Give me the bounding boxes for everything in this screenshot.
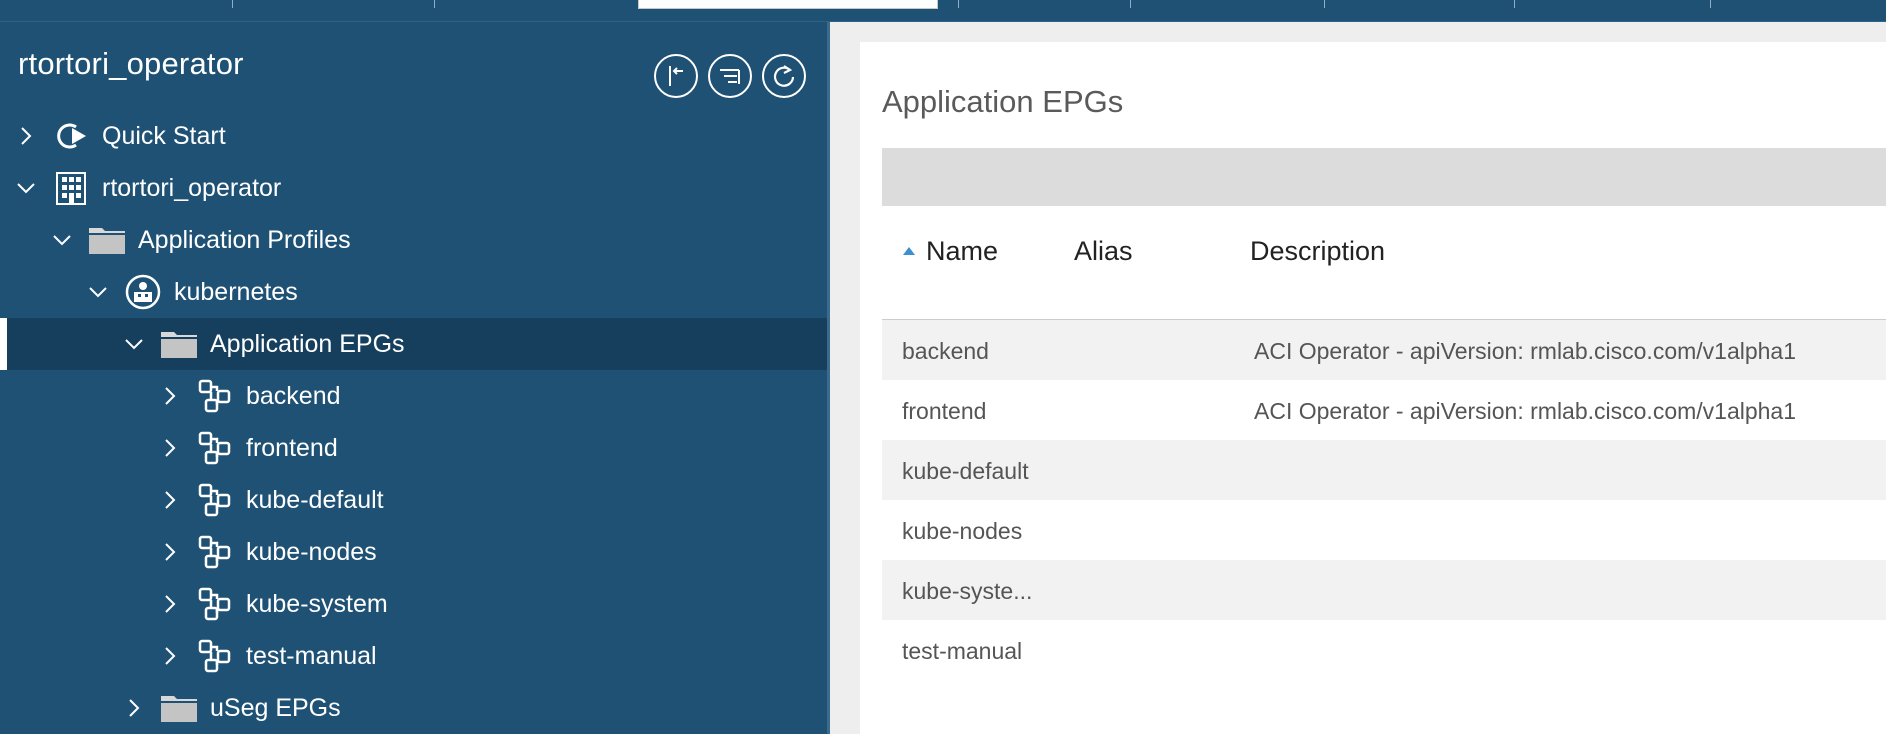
tree-item-label: Application Profiles (138, 225, 351, 254)
cell-description: ACI Operator - apiVersion: rmlab.cisco.c… (1254, 398, 1797, 424)
cell-name: test-manual (902, 638, 1023, 664)
chevron-right-icon[interactable] (158, 488, 182, 512)
chevron-right-icon[interactable] (122, 696, 146, 720)
tree-item-label: frontend (246, 433, 338, 462)
tree-item-label: Application EPGs (210, 329, 405, 358)
tree-item-label: rtortori_operator (102, 173, 282, 202)
breadcrumb-separator (232, 0, 233, 8)
chevron-right-icon[interactable] (158, 436, 182, 460)
tree-item-label: kube-default (246, 485, 384, 514)
tree-item-application-profiles[interactable]: Application Profiles (0, 214, 827, 266)
epg-icon (196, 378, 234, 414)
tree-item-label: kubernetes (174, 277, 298, 306)
cell-name: kube-syste... (902, 578, 1033, 604)
content-panel: Application EPGs Name Alias Description … (860, 42, 1886, 734)
chevron-down-icon[interactable] (14, 176, 38, 200)
folder-icon (88, 222, 126, 258)
flag-back-icon (669, 66, 683, 86)
list-filter-icon (720, 69, 740, 84)
tree-item-useg-epgs[interactable]: uSeg EPGs (0, 682, 827, 734)
chevron-down-icon[interactable] (122, 332, 146, 356)
tree-item-epg[interactable]: kube-system (0, 578, 827, 630)
sort-ascending-icon[interactable] (902, 246, 916, 256)
cell-description: ACI Operator - apiVersion: rmlab.cisco.c… (1254, 338, 1797, 364)
epg-icon (196, 430, 234, 466)
chevron-right-icon[interactable] (158, 540, 182, 564)
top-search-input[interactable] (638, 0, 938, 9)
chevron-down-icon[interactable] (86, 280, 110, 304)
tree-item-epg[interactable]: backend (0, 370, 827, 422)
tree-item-label: test-manual (246, 641, 377, 670)
chevron-right-icon[interactable] (158, 592, 182, 616)
page-title: Application EPGs (882, 84, 1124, 119)
tree-item-epg[interactable]: frontend (0, 422, 827, 474)
epg-icon (196, 638, 234, 674)
table-row[interactable]: backend ACI Operator - apiVersion: rmlab… (882, 320, 1886, 380)
folder-icon (160, 690, 198, 726)
breadcrumb-separator (1324, 0, 1325, 8)
breadcrumb-separator (1710, 0, 1711, 8)
building-icon (52, 170, 90, 206)
application-profile-icon (124, 274, 162, 310)
tree-item-application-epgs[interactable]: Application EPGs (0, 318, 827, 370)
cell-name: frontend (902, 398, 987, 424)
quick-start-icon (52, 118, 90, 154)
top-navigation-bar (0, 0, 1886, 22)
list-filter-button[interactable] (708, 54, 752, 98)
epg-icon (196, 482, 234, 518)
tree-item-epg[interactable]: kube-nodes (0, 526, 827, 578)
column-header-description[interactable]: Description (1250, 236, 1385, 267)
navigation-sidebar: rtortori_operator Quick Start rtortori_o… (0, 22, 827, 734)
chevron-right-icon[interactable] (14, 124, 38, 148)
chevron-right-icon[interactable] (158, 644, 182, 668)
tree-item-quick-start[interactable]: Quick Start (0, 110, 827, 162)
column-header-name[interactable]: Name (926, 236, 998, 267)
tree-item-label: uSeg EPGs (210, 693, 341, 722)
table-row[interactable]: kube-default (882, 440, 1886, 500)
tree-item-label: kube-system (246, 589, 388, 618)
table-header: Name Alias Description (882, 206, 1886, 320)
cell-name: backend (902, 338, 989, 364)
epg-icon (196, 586, 234, 622)
tree-item-label: Quick Start (102, 121, 226, 150)
tree-item-epg[interactable]: test-manual (0, 630, 827, 682)
refresh-icon (773, 65, 795, 87)
folder-icon (160, 326, 198, 362)
breadcrumb-separator (1514, 0, 1515, 8)
cell-name: kube-nodes (902, 518, 1023, 544)
table-row[interactable]: frontend ACI Operator - apiVersion: rmla… (882, 380, 1886, 440)
tree-item-epg[interactable]: kube-default (0, 474, 827, 526)
cell-name: kube-default (902, 458, 1029, 484)
tree-item-label: backend (246, 381, 341, 410)
tree-item-label: kube-nodes (246, 537, 377, 566)
table-row[interactable]: kube-nodes (882, 500, 1886, 560)
work-pane: Application EPGs Name Alias Description … (830, 22, 1886, 734)
breadcrumb-separator (1130, 0, 1131, 8)
refresh-button[interactable] (762, 54, 806, 98)
tree-item-tenant[interactable]: rtortori_operator (0, 162, 827, 214)
chevron-right-icon[interactable] (158, 384, 182, 408)
epg-icon (196, 534, 234, 570)
table-toolbar (882, 148, 1886, 206)
table-row[interactable]: test-manual (882, 620, 1886, 680)
sidebar-title: rtortori_operator (18, 46, 244, 81)
column-header-alias[interactable]: Alias (1074, 236, 1133, 267)
breadcrumb-separator (434, 0, 435, 8)
flag-back-button[interactable] (654, 54, 698, 98)
table-row[interactable]: kube-syste... (882, 560, 1886, 620)
breadcrumb-separator (958, 0, 959, 8)
tree-item-kubernetes[interactable]: kubernetes (0, 266, 827, 318)
chevron-down-icon[interactable] (50, 228, 74, 252)
